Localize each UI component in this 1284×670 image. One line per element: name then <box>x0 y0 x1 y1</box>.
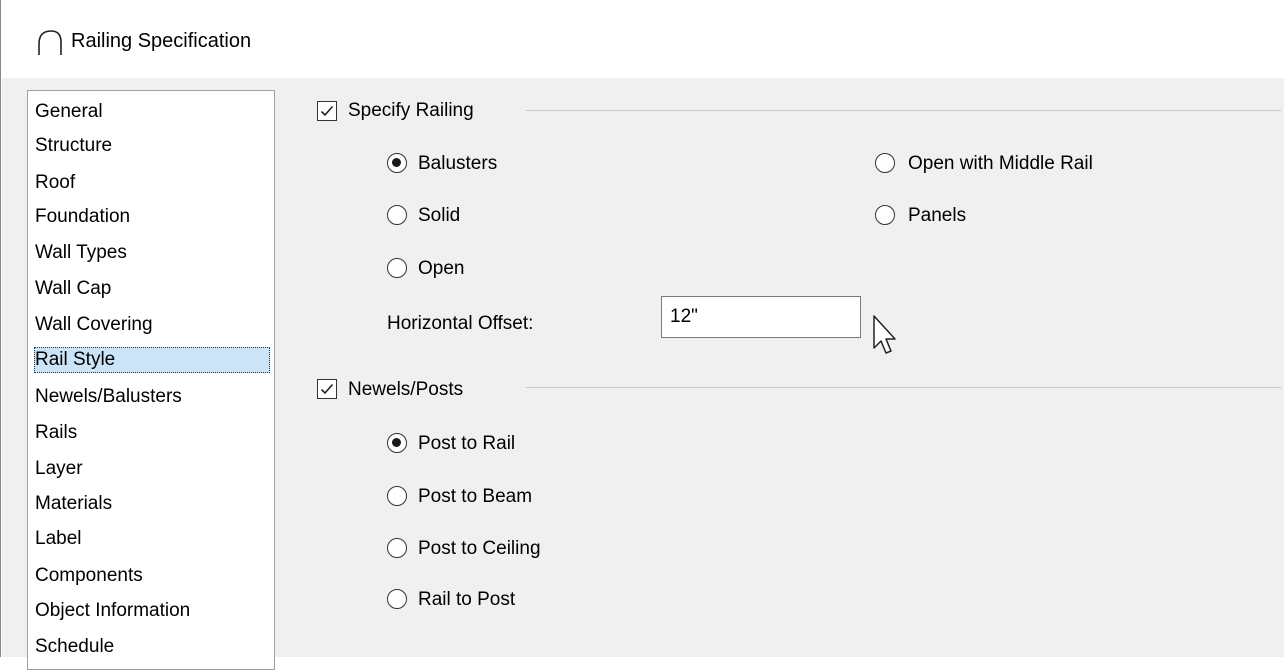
sidebar-item-rail-style[interactable]: Rail Style <box>34 347 270 373</box>
post-to-rail-radio[interactable] <box>387 433 407 453</box>
checkmark-icon <box>320 383 334 395</box>
specify-railing-label: Specify Railing <box>348 100 474 121</box>
sidebar-item-general[interactable]: General <box>35 99 103 125</box>
post-to-beam-label: Post to Beam <box>418 486 533 507</box>
sidebar-item-layer[interactable]: Layer <box>35 456 83 482</box>
open-radio[interactable] <box>387 258 407 278</box>
railing-specification-dialog: Railing Specification General Structure … <box>0 0 1284 670</box>
sidebar-item-foundation[interactable]: Foundation <box>35 204 130 230</box>
sidebar-item-schedule[interactable]: Schedule <box>35 634 114 660</box>
arch-icon <box>38 30 62 55</box>
rail-to-post-label: Rail to Post <box>418 589 516 610</box>
sidebar-item-object-information[interactable]: Object Information <box>35 598 190 624</box>
sidebar-item-roof[interactable]: Roof <box>35 170 75 196</box>
sidebar-item-wall-cap[interactable]: Wall Cap <box>35 276 111 302</box>
solid-label: Solid <box>418 205 461 226</box>
panels-label: Panels <box>908 205 967 226</box>
open-with-middle-rail-label: Open with Middle Rail <box>908 153 1093 174</box>
post-to-beam-radio[interactable] <box>387 486 407 506</box>
horizontal-offset-input[interactable] <box>661 296 861 338</box>
post-to-rail-label: Post to Rail <box>418 433 516 454</box>
title-bar: Railing Specification <box>1 0 1284 78</box>
sidebar-item-newels-balusters[interactable]: Newels/Balusters <box>35 384 182 410</box>
post-to-ceiling-label: Post to Ceiling <box>418 538 541 559</box>
balusters-radio[interactable] <box>387 153 407 173</box>
open-label: Open <box>418 258 465 279</box>
window-title: Railing Specification <box>71 30 252 52</box>
horizontal-offset-label: Horizontal Offset: <box>387 313 534 334</box>
specify-railing-checkbox[interactable] <box>317 101 337 121</box>
sidebar-item-label[interactable]: Label <box>35 526 82 552</box>
group-divider <box>526 110 1281 111</box>
newels-posts-checkbox[interactable] <box>317 379 337 399</box>
checkmark-icon <box>320 105 334 117</box>
solid-radio[interactable] <box>387 205 407 225</box>
mouse-pointer-icon <box>873 315 896 354</box>
sidebar-item-rails[interactable]: Rails <box>35 420 77 446</box>
sidebar-item-wall-types[interactable]: Wall Types <box>35 240 127 266</box>
sidebar-item-structure[interactable]: Structure <box>35 133 112 159</box>
open-with-middle-rail-radio[interactable] <box>875 153 895 173</box>
category-list[interactable]: General Structure Roof Foundation Wall T… <box>27 90 275 670</box>
newels-posts-label: Newels/Posts <box>348 379 464 400</box>
group-divider <box>526 387 1281 388</box>
post-to-ceiling-radio[interactable] <box>387 538 407 558</box>
sidebar-item-materials[interactable]: Materials <box>35 491 112 517</box>
panels-radio[interactable] <box>875 205 895 225</box>
sidebar-item-wall-covering[interactable]: Wall Covering <box>35 312 153 338</box>
rail-to-post-radio[interactable] <box>387 589 407 609</box>
balusters-label: Balusters <box>418 153 498 174</box>
sidebar-item-components[interactable]: Components <box>35 563 143 589</box>
